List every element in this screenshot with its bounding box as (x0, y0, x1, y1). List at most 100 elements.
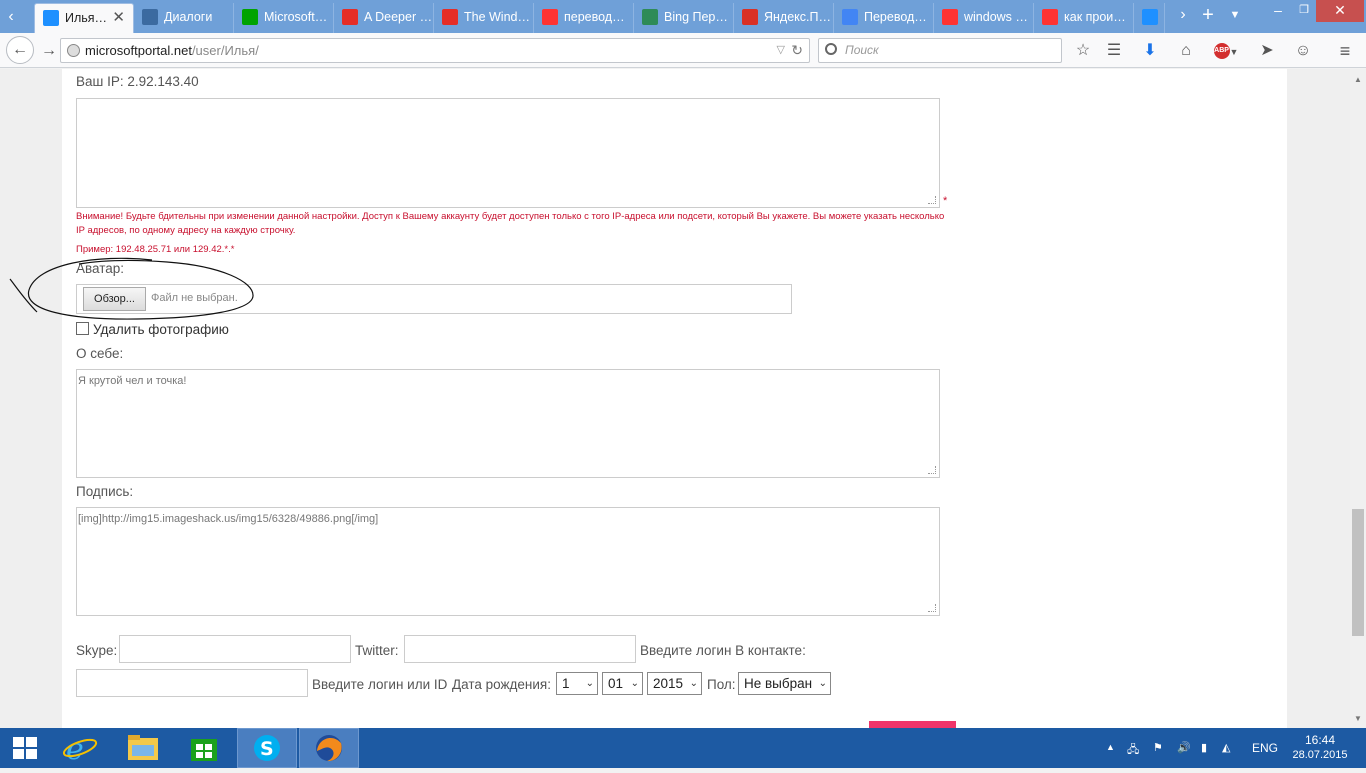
downloads-icon[interactable]: ⬇ (1139, 40, 1161, 62)
reload-icon[interactable]: ↻ (791, 39, 803, 62)
site-identity-icon[interactable] (67, 44, 80, 57)
tab-4[interactable]: A Deeper … (334, 3, 434, 33)
address-bar[interactable]: microsoftportal.net/user/Илья/ ▽ ↻ (60, 38, 810, 63)
clock[interactable]: 16:44 28.07.2015 (1290, 733, 1350, 763)
youtube-icon (342, 9, 358, 25)
taskbar-firefox[interactable] (299, 728, 359, 768)
tab-3[interactable]: Microsoft… (234, 3, 334, 33)
vk-hint: Введите логин или ID (312, 677, 448, 692)
forward-button[interactable]: → (36, 38, 62, 64)
tab-title: A Deeper … (364, 10, 433, 24)
start-button[interactable] (0, 728, 60, 768)
send-tab-icon[interactable]: ➤ (1256, 40, 1278, 62)
ip-warning-text: Внимание! Будьте бдительны при изменении… (76, 211, 945, 236)
home-icon[interactable]: ⌂ (1175, 40, 1197, 62)
delete-photo-checkbox[interactable] (76, 322, 89, 335)
vertical-scrollbar[interactable]: ▲ ▼ (1350, 69, 1366, 728)
resize-grip-icon[interactable] (928, 466, 936, 474)
search-input[interactable]: Поиск (818, 38, 1062, 63)
tab-title: Илья… (65, 11, 108, 25)
tab-title: Яндекс.П… (764, 10, 831, 24)
tab-9[interactable]: Перевод… (834, 3, 934, 33)
ip-label: Ваш IP: 2.92.143.40 (76, 74, 199, 89)
resize-grip-icon[interactable] (928, 196, 936, 204)
start-icon (13, 737, 37, 759)
tab-12[interactable]: П (1134, 3, 1165, 33)
show-hidden-icons-icon[interactable]: ▲ (1106, 742, 1115, 752)
resize-grip-icon[interactable] (928, 604, 936, 612)
bookmark-star-icon[interactable]: ☆ (1072, 40, 1094, 62)
tab-1[interactable]: Илья… ✕ (34, 3, 134, 33)
minimize-button[interactable]: – (1262, 0, 1294, 22)
skype-input[interactable] (119, 635, 351, 663)
bing-translator-icon (642, 9, 658, 25)
about-textarea[interactable]: Я крутой чел и точка! (76, 369, 940, 478)
taskbar-store[interactable] (174, 728, 234, 768)
tab-8[interactable]: Яндекс.П… (734, 3, 834, 33)
twitter-input[interactable] (404, 635, 636, 663)
submit-button-partial[interactable] (869, 721, 956, 728)
twitter-label: Twitter: (355, 643, 399, 658)
chevron-down-icon: ⌄ (689, 678, 698, 689)
scrollbar-thumb[interactable] (1352, 509, 1364, 636)
battery-icon[interactable]: ▮ (1201, 741, 1207, 754)
scroll-down-icon[interactable]: ▼ (1350, 712, 1366, 726)
tab-2[interactable]: Диалоги (134, 3, 234, 33)
vk-input[interactable] (76, 669, 308, 697)
allowed-ip-textarea[interactable] (76, 98, 940, 208)
store-icon (191, 739, 217, 761)
birth-month-value: 01 (608, 676, 624, 691)
chevron-down-icon: ⌄ (818, 678, 827, 689)
maximize-button[interactable]: ❐ (1294, 0, 1314, 22)
hello-chat-icon[interactable]: ☺ (1292, 40, 1314, 62)
hand-drawn-circle-annotation (9, 257, 254, 320)
search-placeholder: Поиск (845, 43, 879, 57)
tab-title: как прои… (1064, 10, 1126, 24)
yandex-translate-icon (742, 9, 758, 25)
chevron-down-icon: ⌄ (630, 678, 639, 689)
bookmarks-list-icon[interactable]: ☰ (1103, 40, 1125, 62)
taskbar-file-explorer[interactable] (113, 728, 173, 768)
tab-7[interactable]: Bing Пер… (634, 3, 734, 33)
action-center-flag-icon[interactable]: ⚑ (1153, 741, 1163, 754)
wifi-icon[interactable]: ◭ (1222, 741, 1230, 754)
tab-scroll-right-button[interactable]: › (1172, 0, 1194, 33)
history-dropdown-icon[interactable]: ▽ (777, 39, 785, 62)
clock-date: 28.07.2015 (1292, 749, 1348, 761)
adblock-plus-icon[interactable]: ABP▼ (1211, 40, 1241, 62)
hamburger-menu-icon[interactable]: ≡ (1334, 40, 1356, 62)
taskbar-skype[interactable]: S (237, 728, 297, 768)
tab-10[interactable]: windows … (934, 3, 1034, 33)
birth-year-value: 2015 (653, 676, 684, 691)
language-indicator[interactable]: ENG (1252, 741, 1278, 755)
volume-icon[interactable]: 🔊 (1177, 741, 1191, 754)
back-button[interactable]: ← (6, 36, 34, 64)
birth-month-select[interactable]: 01 ⌄ (602, 672, 643, 695)
search-icon (825, 43, 837, 55)
tab-6[interactable]: перевод… (534, 3, 634, 33)
signature-textarea[interactable]: [img]http://img15.imageshack.us/img15/63… (76, 507, 940, 616)
tab-5[interactable]: The Wind… (434, 3, 534, 33)
new-tab-button[interactable]: + (1196, 0, 1220, 33)
skype-icon: S (254, 735, 280, 761)
navigation-toolbar: ← → microsoftportal.net/user/Илья/ ▽ ↻ П… (0, 33, 1366, 68)
network-tray-icon[interactable]: 🖧 (1127, 741, 1139, 760)
url-host: microsoftportal.net (85, 43, 192, 58)
tab-title: Диалоги (164, 10, 213, 24)
youtube-icon (442, 9, 458, 25)
tab-close-icon[interactable]: ✕ (112, 4, 125, 32)
tab-title: перевод… (564, 10, 625, 24)
tab-title: windows … (964, 10, 1028, 24)
tab-list-dropdown-button[interactable]: ▼ (1224, 0, 1246, 33)
taskbar-ie[interactable]: e (52, 728, 112, 768)
close-window-button[interactable]: ✕ (1316, 0, 1364, 22)
gender-select[interactable]: Не выбран ⌄ (738, 672, 831, 695)
birth-year-select[interactable]: 2015 ⌄ (647, 672, 702, 695)
windows-logo-icon (1142, 9, 1158, 25)
tab-scroll-left-button[interactable]: ‹ (0, 0, 22, 33)
birth-day-select[interactable]: 1 ⌄ (556, 672, 598, 695)
skype-label: Skype: (76, 643, 118, 658)
scroll-up-icon[interactable]: ▲ (1350, 73, 1366, 87)
chat-icon (142, 9, 158, 25)
tab-11[interactable]: как прои… (1034, 3, 1134, 33)
